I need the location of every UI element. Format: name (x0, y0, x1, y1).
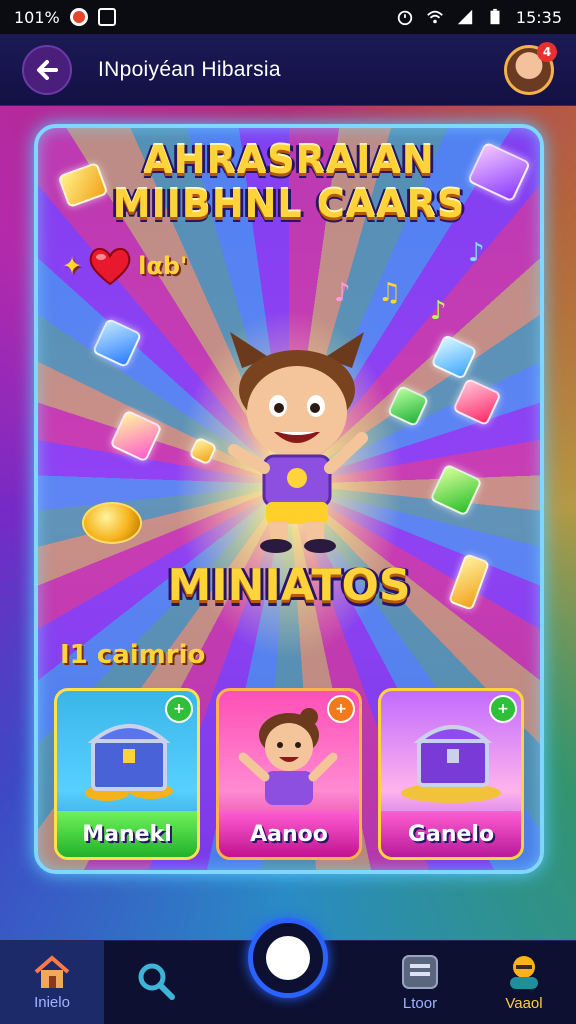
image-icon (97, 8, 116, 26)
treasure-chest-icon (85, 724, 173, 801)
avatar[interactable]: 4 (504, 41, 557, 95)
nav-profile[interactable]: Vaaol (472, 941, 576, 1024)
signal-icon (457, 9, 473, 25)
treasure-chest-icon (401, 725, 501, 803)
reward-item-label: Manekl (57, 811, 197, 857)
star-icon: ✦ (62, 252, 83, 280)
record-circle-icon (266, 936, 310, 980)
add-badge[interactable]: + (327, 695, 355, 723)
score-display: ✦ lαb' (62, 246, 187, 286)
center-action-button[interactable] (248, 918, 328, 998)
add-badge[interactable]: + (165, 695, 193, 723)
record-icon (69, 8, 88, 26)
wifi-icon (427, 10, 443, 24)
gem-icon (430, 333, 478, 381)
back-button[interactable] (22, 44, 72, 95)
home-icon (34, 955, 70, 988)
gem-icon (386, 384, 430, 428)
music-note-icon: ♪ (468, 238, 485, 268)
sub-title: MINIATOS (167, 560, 411, 611)
nav-docs-label: Ltoor (402, 995, 438, 1012)
game-title-line1: AHRASRAIAN (143, 138, 435, 182)
app-header: INpoiyéan Hibarsia 4 (0, 34, 576, 106)
heart-icon (89, 248, 131, 286)
reward-item-3[interactable]: + Ganelo (378, 688, 524, 860)
alarm-icon (397, 10, 413, 26)
coin-icon (82, 502, 142, 544)
gem-icon (91, 317, 143, 369)
nav-search[interactable] (104, 941, 208, 1024)
character-icon (238, 708, 338, 805)
game-card: AHRASRAIAN MIIBHNL CAARS ♪ ♫ ♪ ♪ ✦ lαb' (34, 124, 544, 874)
mascot-character (228, 332, 368, 553)
header-title: INpoiyéan Hibarsia (98, 57, 281, 81)
music-note-icon: ♫ (378, 278, 402, 308)
gem-icon (109, 409, 163, 463)
reward-item-2[interactable]: + Aanoo (216, 688, 362, 860)
gem-icon (429, 463, 483, 517)
game-title-line2: MIIBHNL CAARS (112, 182, 466, 226)
search-icon (138, 963, 175, 1000)
nav-profile-label: Vaaol (505, 995, 543, 1012)
reward-item-1[interactable]: + Manekl (54, 688, 200, 860)
battery-icon (490, 8, 500, 25)
section-label: I1 caimrio (60, 640, 206, 670)
document-icon (402, 955, 438, 989)
score-text: lαb' (138, 252, 188, 280)
reward-item-label: Ganelo (381, 811, 521, 857)
add-badge[interactable]: + (489, 695, 517, 723)
clock: 15:35 (515, 7, 562, 27)
nav-docs[interactable]: Ltoor (368, 941, 472, 1024)
nav-home-label: Inielo (34, 994, 70, 1011)
gem-icon (452, 377, 502, 427)
reward-item-label: Aanoo (219, 811, 359, 857)
reward-items: + Manekl + Aanoo + Ganelo (54, 688, 524, 860)
nav-home[interactable]: Inielo (0, 940, 104, 1024)
profile-icon (510, 956, 538, 989)
notification-badge: 4 (537, 41, 557, 62)
battery-text: 101% (14, 7, 60, 27)
status-bar: 101% 15:35 (0, 0, 576, 34)
music-note-icon: ♪ (430, 296, 447, 326)
music-note-icon: ♪ (334, 278, 351, 308)
back-arrow-icon (37, 59, 58, 80)
